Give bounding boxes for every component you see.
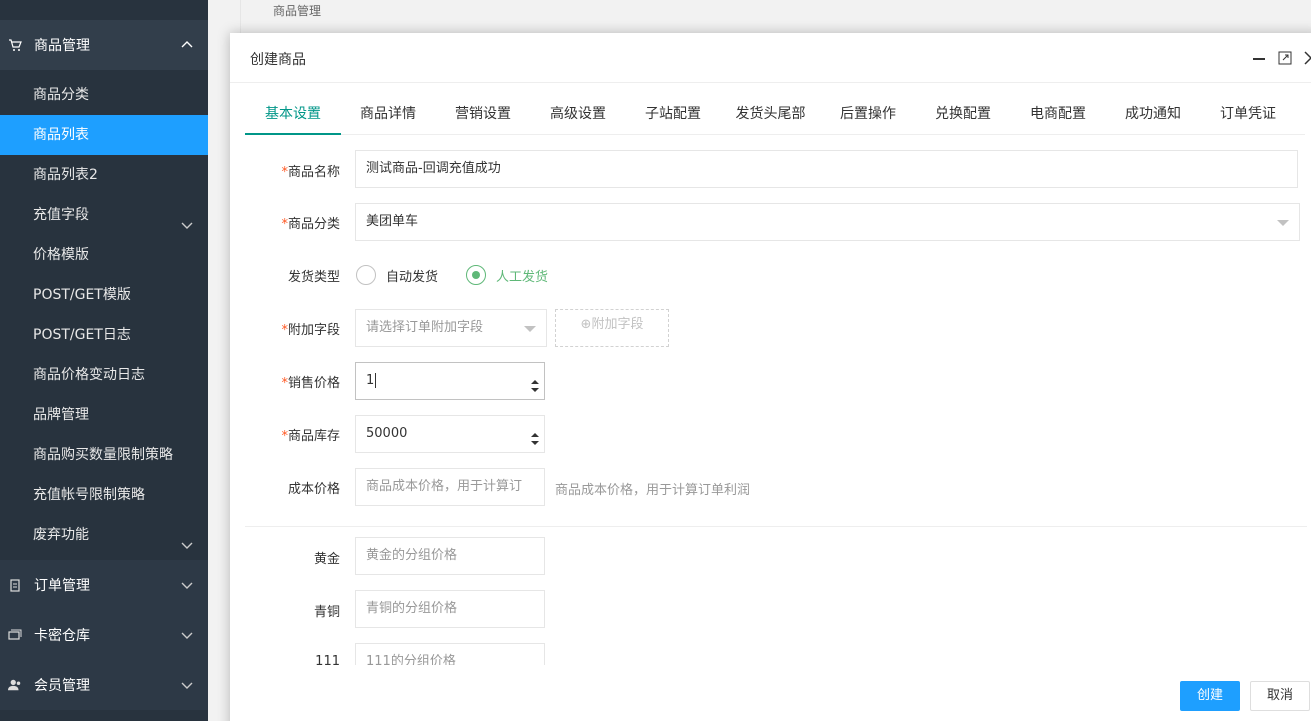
chevron-down-icon (180, 528, 194, 549)
radio-label: 人工发货 (496, 269, 549, 285)
tab-ecommerce[interactable]: 电商配置 (1013, 95, 1103, 135)
tab-substation[interactable]: 子站配置 (628, 95, 718, 135)
clipboard-icon (8, 578, 22, 592)
radio-circle (356, 265, 376, 285)
tab-post-action[interactable]: 后置操作 (823, 95, 913, 135)
sidebar-item-deprecated[interactable]: 废弃功能 (0, 515, 208, 555)
sidebar-group-label: 商品管理 (34, 38, 90, 54)
cost-price-hint: 商品成本价格，用于计算订单利润 (555, 483, 751, 498)
product-category-select[interactable]: 美团单车 (355, 203, 1300, 241)
tab-bar: 基本设置 商品详情 营销设置 高级设置 子站配置 发货头尾部 后置操作 兑换配置… (245, 95, 1305, 135)
chevron-down-icon (180, 628, 194, 642)
button-label: 附加字段 (591, 317, 644, 332)
product-name-label: *商品名称 (281, 165, 340, 180)
dropdown-arrow-icon (1277, 220, 1289, 226)
cost-price-label: 成本价格 (287, 482, 340, 497)
group-price-label-gold: 黄金 (313, 552, 340, 567)
category-selected-value: 美团单车 (366, 214, 419, 229)
input-value: 50000 (366, 426, 408, 441)
sidebar-item-product-list2[interactable]: 商品列表2 (0, 155, 208, 195)
chevron-down-icon (180, 578, 194, 592)
sidebar-item-label: 废弃功能 (33, 527, 89, 543)
minimize-icon[interactable] (1250, 49, 1268, 67)
maximize-icon[interactable] (1276, 49, 1294, 67)
sidebar-group-members[interactable]: 会员管理 (0, 660, 208, 710)
select-placeholder: 请选择订单附加字段 (366, 320, 484, 335)
sidebar: 商品管理 商品分类 商品列表 商品列表2 充值字段 价格模版 POST/GET模… (0, 0, 208, 721)
sidebar-item-postget-log[interactable]: POST/GET日志 (0, 315, 208, 355)
group-price-label-bronze: 青铜 (313, 605, 340, 620)
sidebar-group-label: 卡密仓库 (34, 628, 90, 644)
plus-circle-icon: ⊕ (580, 317, 592, 332)
group-price-input-gold[interactable]: 黄金的分组价格 (355, 537, 545, 575)
product-category-label: *商品分类 (281, 217, 340, 232)
delivery-auto-radio[interactable]: 自动发货 (356, 265, 438, 285)
sidebar-item-price-change-log[interactable]: 商品价格变动日志 (0, 355, 208, 395)
group-price-input-111[interactable]: 111的分组价格 (355, 643, 545, 665)
group-price-input-bronze[interactable]: 青铜的分组价格 (355, 590, 545, 628)
tab-delivery-headfoot[interactable]: 发货头尾部 (723, 95, 818, 135)
modal-title: 创建商品 (250, 52, 306, 68)
extra-fields-select[interactable]: 请选择订单附加字段 (355, 309, 547, 347)
cart-icon (8, 38, 22, 52)
dropdown-arrow-icon (524, 326, 536, 332)
spinner-icon[interactable] (530, 426, 540, 445)
sidebar-item-product-list[interactable]: 商品列表 (0, 115, 208, 155)
sale-price-label: *销售价格 (281, 376, 340, 391)
tab-marketing[interactable]: 营销设置 (438, 95, 528, 135)
fieldset-legend: 商品管理 (265, 2, 330, 19)
group-price-label-111: 111 (315, 654, 340, 665)
users-icon (8, 678, 22, 692)
sidebar-group-label: 订单管理 (34, 578, 90, 594)
tab-success-notify[interactable]: 成功通知 (1108, 95, 1198, 135)
card-icon (8, 628, 22, 642)
spinner-icon[interactable] (530, 373, 540, 392)
cancel-button[interactable]: 取消 (1250, 681, 1310, 711)
close-icon[interactable] (1302, 49, 1311, 67)
group-prices-section: 黄金 黄金的分组价格 青铜 青铜的分组价格 111 111的分组价格 (230, 523, 1311, 665)
tab-exchange[interactable]: 兑换配置 (918, 95, 1008, 135)
sidebar-group-orders[interactable]: 订单管理 (0, 560, 208, 610)
stock-label: *商品库存 (281, 429, 340, 444)
create-product-modal: 创建商品 基本设置 商品详情 营销设置 高级设置 子站配置 发货头尾部 后置操作… (230, 33, 1311, 721)
sidebar-group-product[interactable]: 商品管理 (0, 20, 208, 70)
sidebar-group-cards[interactable]: 卡密仓库 (0, 610, 208, 660)
text-cursor (375, 373, 377, 388)
sidebar-item-recharge-fields[interactable]: 充值字段 (0, 195, 208, 235)
sale-price-input[interactable]: 1 (355, 362, 545, 400)
tab-details[interactable]: 商品详情 (343, 95, 433, 135)
modal-header: 创建商品 (230, 33, 1311, 83)
sidebar-group-label: 会员管理 (34, 678, 90, 694)
cost-price-input[interactable]: 商品成本价格，用于计算订 (355, 468, 545, 506)
stock-input[interactable]: 50000 (355, 415, 545, 453)
input-value: 1 (366, 373, 375, 388)
sidebar-item-category[interactable]: 商品分类 (0, 75, 208, 115)
sidebar-item-brand[interactable]: 品牌管理 (0, 395, 208, 435)
tab-basic[interactable]: 基本设置 (245, 95, 341, 135)
chevron-down-icon (180, 208, 194, 229)
radio-circle (466, 265, 486, 285)
delivery-manual-radio[interactable]: 人工发货 (466, 265, 548, 285)
sidebar-item-account-limit[interactable]: 充值帐号限制策略 (0, 475, 208, 515)
chevron-up-icon (180, 38, 194, 52)
sidebar-item-price-template[interactable]: 价格模版 (0, 235, 208, 275)
radio-label: 自动发货 (386, 269, 439, 285)
tab-order-voucher[interactable]: 订单凭证 (1203, 95, 1293, 135)
sidebar-item-purchase-limit[interactable]: 商品购买数量限制策略 (0, 435, 208, 475)
modal-controls (1250, 49, 1311, 67)
add-extra-field-button[interactable]: ⊕附加字段 (555, 309, 669, 347)
product-name-input[interactable]: 测试商品-回调充值成功 (355, 150, 1298, 188)
create-button[interactable]: 创建 (1180, 681, 1240, 711)
sidebar-item-postget-template[interactable]: POST/GET模版 (0, 275, 208, 315)
delivery-type-label: 发货类型 (287, 270, 340, 285)
sidebar-item-label: 充值字段 (33, 207, 89, 223)
tab-advanced[interactable]: 高级设置 (533, 95, 623, 135)
extra-fields-label: *附加字段 (281, 323, 340, 338)
chevron-down-icon (180, 678, 194, 692)
